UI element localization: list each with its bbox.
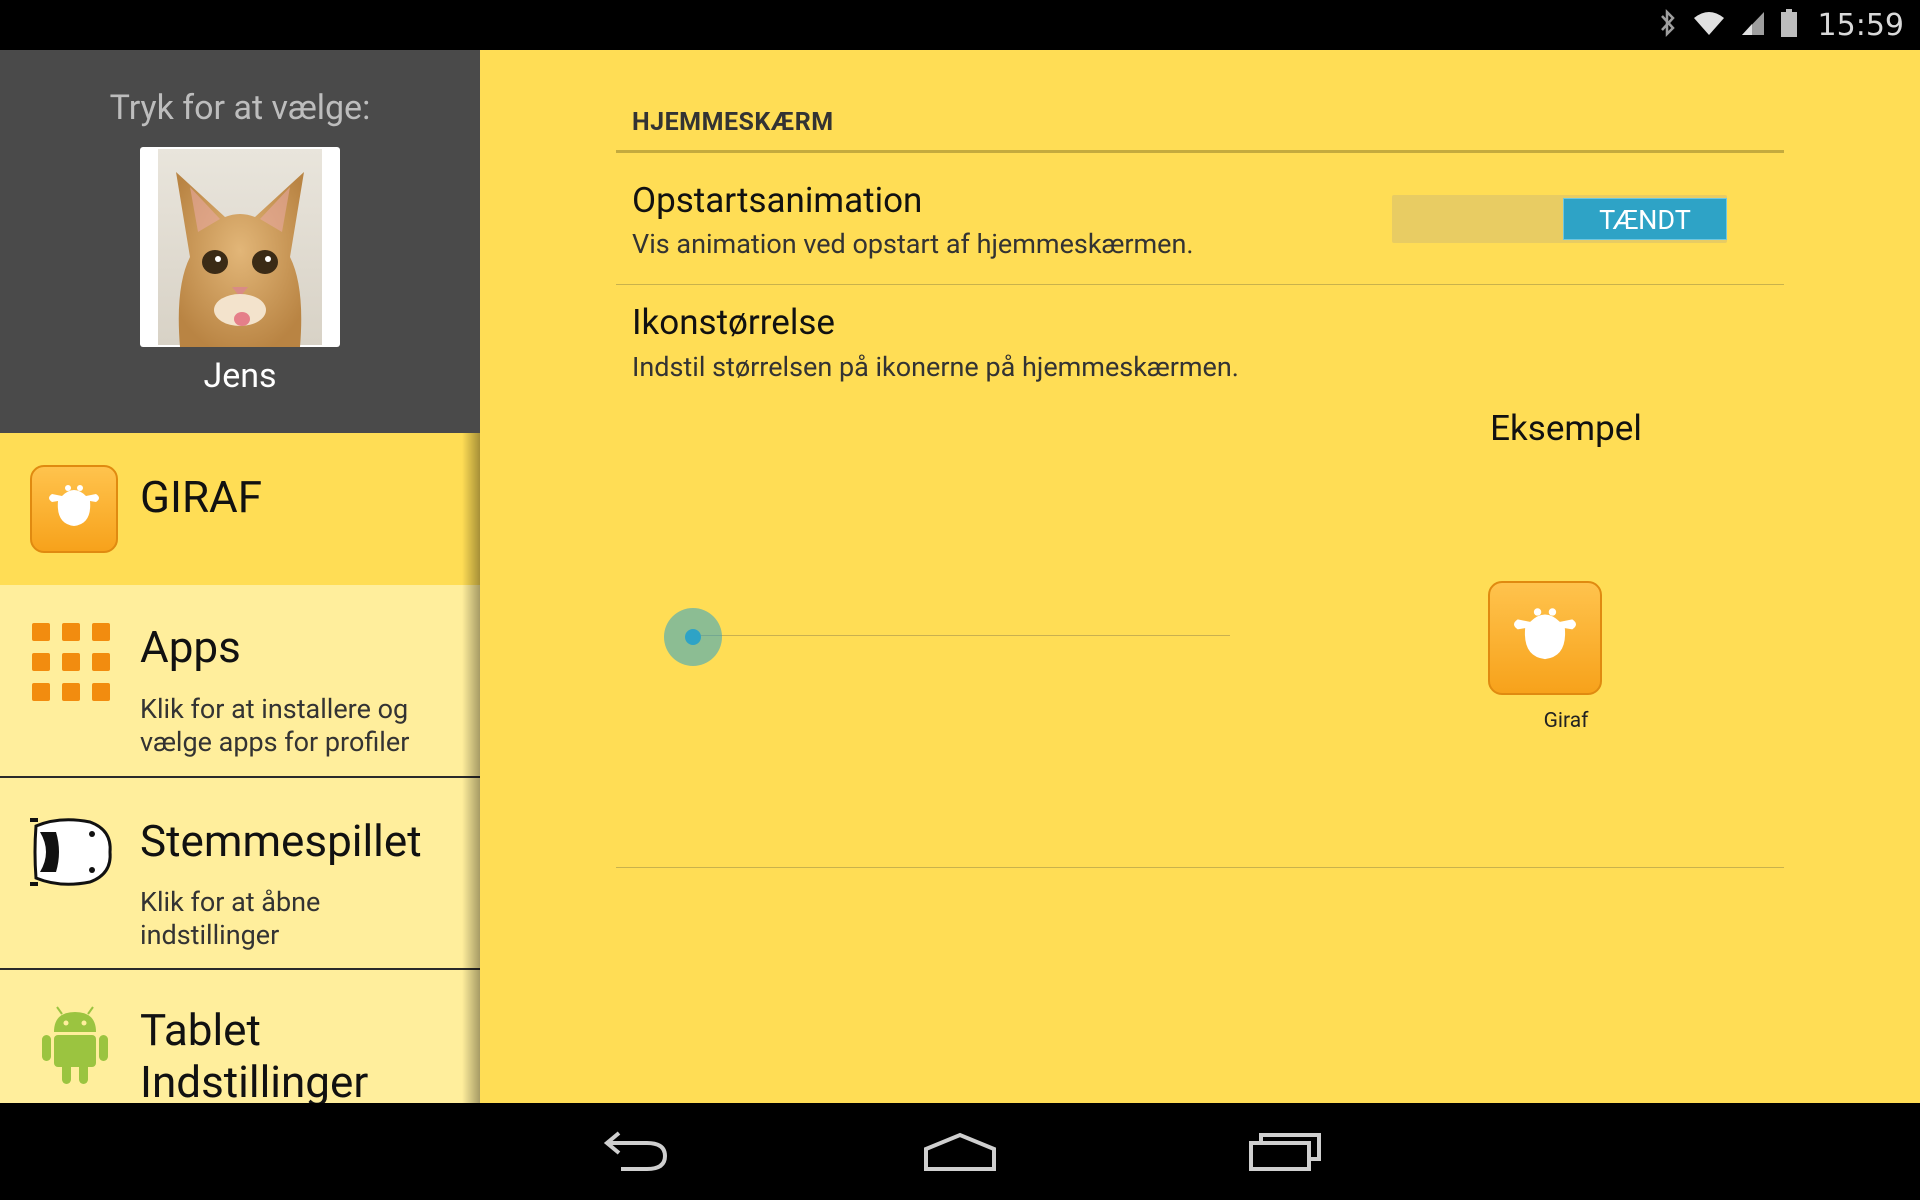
profile-selector[interactable]: Tryk for at vælge: Jens [0,50,480,433]
example-caption: Giraf [1543,709,1589,733]
home-button[interactable] [905,1123,1015,1179]
sidebar-item-title: Stemmespillet [140,815,422,867]
icon-size-slider[interactable] [664,606,1264,666]
pref-divider [616,284,1784,285]
sidebar-item-stemmespillet[interactable]: Stemmespillet Klik for at åbne indstilli… [0,778,480,970]
recent-apps-icon [1249,1133,1321,1171]
pref-summary: Vis animation ved opstart af hjemmeskærm… [632,228,1194,260]
startup-animation-toggle[interactable]: TÆNDT [1392,195,1727,243]
sidebar-item-title: GIRAF [140,471,263,523]
profile-name: Jens [203,356,277,396]
pref-summary: Indstil størrelsen på ikonerne på hjemme… [632,351,1239,383]
sidebar-item-description: Klik for at installere og [140,693,409,725]
profile-avatar[interactable] [140,147,340,347]
slider-thumb[interactable] [685,629,701,645]
sidebar-item-title: Tablet [140,1004,261,1056]
status-bar: 15:59 [0,0,1920,50]
wifi-icon [1692,9,1726,41]
giraf-icon [30,465,118,553]
sidebar-item-title: Apps [140,621,241,673]
toggle-thumb: TÆNDT [1563,198,1727,240]
sidebar-item-title: Indstillinger [140,1056,369,1103]
pref-divider [616,867,1784,868]
sidebar-item-description: Klik for at åbne [140,886,321,918]
home-icon [924,1132,996,1171]
bluetooth-icon [1658,8,1678,42]
android-icon [40,1006,110,1090]
section-header: HJEMMESKÆRM [632,108,834,137]
car-icon [30,812,114,896]
kitten-photo [158,149,322,347]
sidebar-item-description: vælge apps for profiler [140,726,410,758]
back-icon [603,1131,668,1171]
section-divider [616,150,1784,153]
back-button[interactable] [580,1123,690,1179]
settings-panel: HJEMMESKÆRM Opstartsanimation Vis animat… [480,50,1920,1103]
battery-icon [1780,8,1798,42]
pref-title: Opstartsanimation [632,180,923,221]
pref-title: Ikonstørrelse [632,302,835,343]
sidebar-item-tablet-settings[interactable]: Tablet Indstillinger [0,970,480,1103]
apps-grid-icon [30,621,112,707]
signal-icon [1740,9,1766,41]
status-clock: 15:59 [1817,7,1904,43]
navigation-bar [0,1103,1920,1200]
sidebar-item-description: indstillinger [140,919,280,951]
sidebar: Tryk for at vælge: Jens GIRAF Apps Klik … [0,50,480,1103]
example-giraf-icon [1488,581,1602,695]
sidebar-item-giraf[interactable]: GIRAF [0,433,480,585]
profile-prompt: Tryk for at vælge: [109,88,371,128]
sidebar-item-apps[interactable]: Apps Klik for at installere og vælge app… [0,585,480,778]
slider-track [694,635,1230,636]
example-label: Eksempel [1490,408,1642,449]
recent-apps-button[interactable] [1230,1123,1340,1179]
